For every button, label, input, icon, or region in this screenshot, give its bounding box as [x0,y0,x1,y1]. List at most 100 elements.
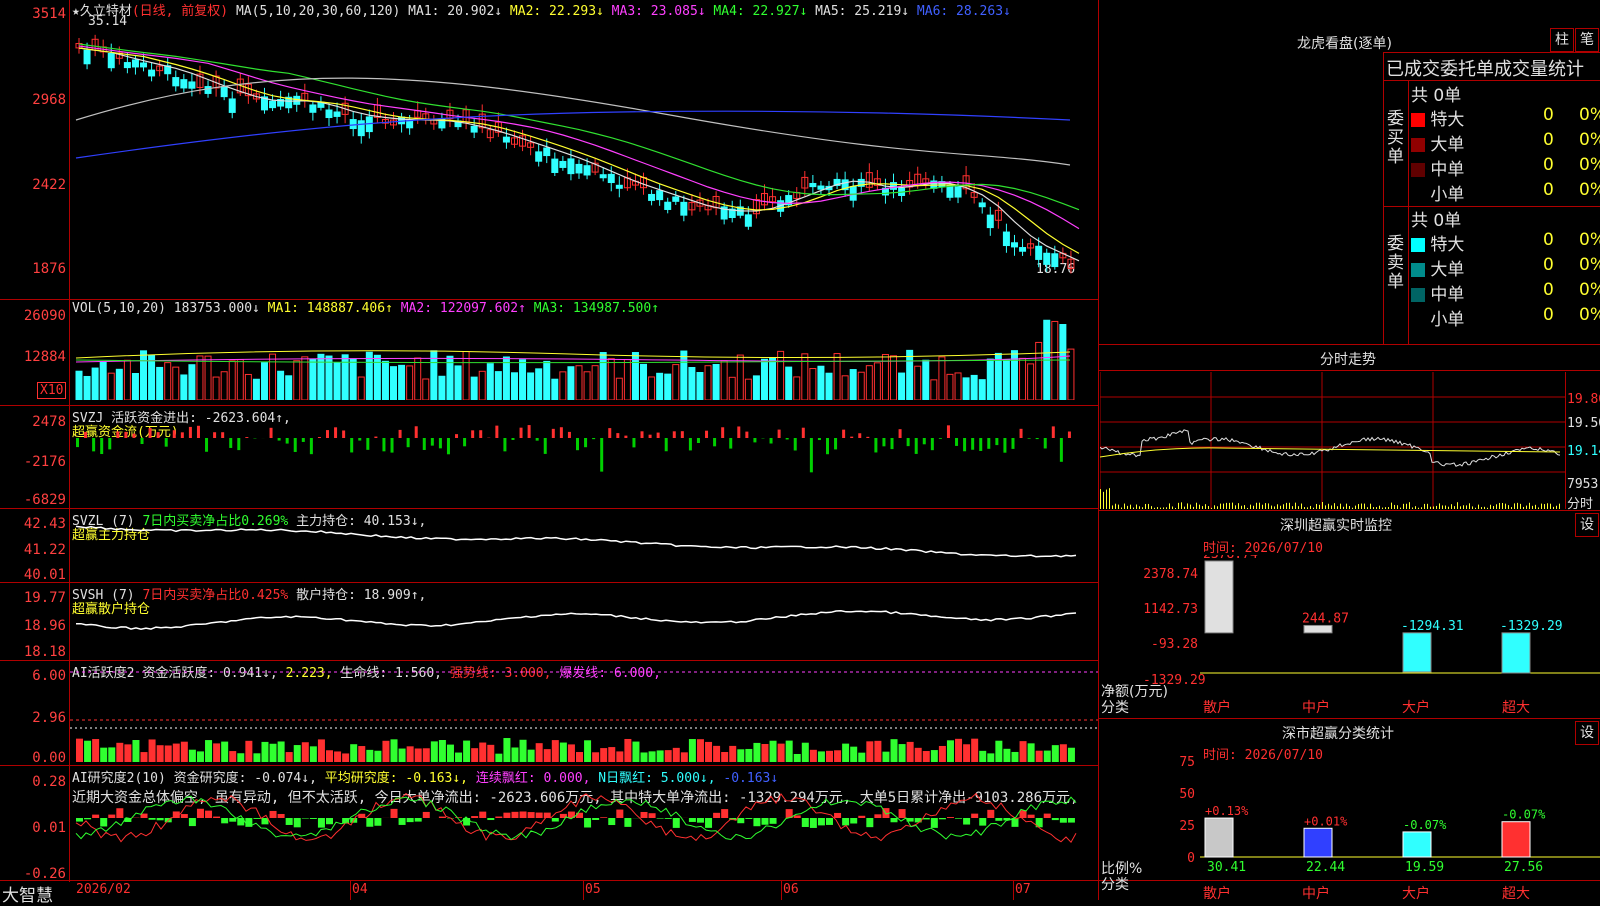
volume-tick [1193,507,1194,509]
research-bar [818,818,825,825]
research-bar [310,818,317,819]
pen-mode-button[interactable]: 笔 [1575,28,1599,52]
flow-bar [205,438,208,452]
volume-bar [350,359,356,400]
volume-tick [1139,506,1140,509]
activity-bar [632,742,639,762]
volume-bar [116,369,122,400]
flow-bar [979,438,982,451]
sz-bar [1502,633,1530,673]
research-bar [713,813,720,818]
flow-bar [899,429,902,438]
activity-bar [149,739,156,762]
volume-bar [729,377,735,400]
activity-bar [834,750,841,762]
volume-tick [1427,504,1428,509]
category-label: 大户 [1402,883,1430,903]
activity-bar [382,741,389,762]
volume-bar [261,363,267,400]
candle [979,203,985,207]
volume-bar [874,363,880,400]
volume-bar [673,365,679,400]
flow-bar [108,438,111,449]
volume-tick [1370,504,1371,509]
flow-bar [592,438,595,439]
volume-bar [382,361,388,400]
volume-bar [786,367,792,400]
volume-bar [979,380,985,400]
row-name: 特大 [1430,110,1464,130]
row-name: 大单 [1430,260,1464,280]
flow-bar [891,438,894,449]
activity-bar [818,751,825,762]
activity-bar [899,744,906,762]
candle [552,159,558,172]
volume-bar [536,369,542,400]
volume-tick [1547,503,1548,509]
volume-bar [310,359,316,400]
volume-tick [1223,504,1224,509]
research-bar [270,811,277,818]
svzj-chart [70,425,1098,505]
research-bar [1068,818,1075,823]
candle [141,63,147,67]
svzl-ytick: 41.22 [0,542,66,558]
activity-bar [463,741,470,762]
activity-bar [302,742,309,762]
research-bar [302,818,309,819]
bar-mode-button[interactable]: 柱 [1550,28,1574,52]
flow-bar [358,438,361,441]
vol-ytick: 12884 [0,349,66,365]
row-pct: 0% [1579,255,1600,275]
fl-ytick: 75 [1150,755,1195,770]
flow-bar [955,438,958,446]
volume-bar [286,376,292,400]
activity-bar [794,754,801,762]
row-pct: 0% [1579,180,1600,200]
activity-bar [439,740,446,762]
ai-research-b: 平均研究度: -0.163↓, [325,771,468,786]
intraday-chart[interactable] [1100,372,1566,509]
ma6-value: MA6: 28.263↓ [917,4,1011,19]
activity-bar [173,744,180,762]
flow-bar [834,438,837,449]
candle [1020,248,1026,252]
volume-tick [1214,505,1215,509]
svsh-ytick: 18.18 [0,644,66,660]
volume-tick [1364,504,1365,509]
avg-price-line [1100,448,1560,457]
fl-stat-title: 深市超赢分类统计 [1282,723,1394,743]
ma1-value: MA1: 20.902↓ [408,4,502,19]
activity-bar [963,744,970,762]
volume-tick [1454,506,1455,509]
category-label: 中户 [1302,883,1330,903]
research-bar [423,812,430,818]
kline-ytick: 2968 [0,92,66,108]
volume-bar [745,379,751,400]
fl-settings-button[interactable]: 设 [1575,721,1599,745]
sz-settings-button[interactable]: 设 [1575,513,1599,537]
research-bar [899,809,906,818]
flow-bar [794,438,797,450]
fl-bar [1502,822,1530,857]
volume-tick [1448,507,1449,509]
flow-bar [391,438,394,453]
volume-tick [1553,507,1554,509]
color-swatch [1411,313,1425,327]
research-bar [1028,815,1035,818]
candle [987,215,993,227]
volume-tick [1499,503,1500,509]
volume-tick [1508,505,1509,509]
volume-bar [1003,360,1009,400]
volume-tick [1268,503,1269,509]
activity-bar [624,739,631,762]
volume-bar [197,356,203,400]
flow-bar [745,432,748,438]
volume-tick [1262,505,1263,509]
order-stat-title: 已成交委托单成交量统计 [1386,55,1584,81]
volume-bar [858,372,864,400]
volume-bar [1020,358,1026,400]
volume-bar [270,354,276,400]
volume-tick [1469,503,1470,509]
candle [1036,246,1042,259]
